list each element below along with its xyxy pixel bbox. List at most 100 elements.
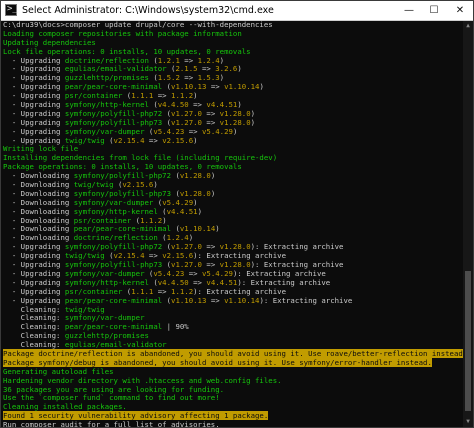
console-text: ( <box>171 224 180 234</box>
console-text: - Upgrading <box>3 135 65 145</box>
console-text: pear/pear-core-minimal <box>64 322 163 332</box>
console-text: Lock file operations: 0 installs, 10 upd… <box>3 46 251 56</box>
console-text: Run composer audit for a full list of ad… <box>3 420 220 427</box>
console-text: - Downloading <box>3 215 74 225</box>
console-text: 1.1.2 <box>171 286 194 296</box>
console-text: - Upgrading <box>3 251 65 261</box>
console-text: Cleaning: <box>3 322 65 332</box>
console-text: v1.27.0 <box>171 242 202 252</box>
console-text: symfony/polyfill-php72 <box>73 171 172 181</box>
console-text: ( <box>104 135 114 145</box>
console-text: ) <box>210 171 216 181</box>
console-text: => <box>144 135 163 145</box>
scroll-thumb[interactable] <box>465 271 471 411</box>
console-text: ) <box>215 224 220 234</box>
vertical-scrollbar[interactable]: ▲ ▼ <box>463 21 473 427</box>
console-text: ) <box>162 215 167 225</box>
console-text: v5.4.23 <box>153 126 185 136</box>
console-text: symfony/var-dumper <box>64 268 145 278</box>
console-text: ) <box>250 108 256 118</box>
console-text: - Upgrading <box>3 268 65 278</box>
console-text: v5.4.29 <box>201 126 233 136</box>
console-text: v5.4.23 <box>153 268 185 278</box>
console-text: 1.1.2 <box>171 91 194 101</box>
console-text: ) <box>237 64 242 74</box>
cmd-icon[interactable]: >_ <box>5 4 18 16</box>
console-text: - Downloading <box>3 224 74 234</box>
console-text: 1.2.4 <box>166 233 189 243</box>
console-text: - Upgrading <box>3 91 65 101</box>
console-text: v1.10.14 <box>224 82 260 92</box>
console-text: ) <box>197 206 202 216</box>
console-text: ( <box>171 171 180 181</box>
console-text: v5.4.29 <box>162 197 194 207</box>
console-text: v1.28.0 <box>219 260 251 270</box>
console-line: Run composer audit for a full list of ad… <box>3 420 463 427</box>
console-text: ): Extracting archive <box>193 286 286 296</box>
console-text: v4.4.50 <box>157 277 189 287</box>
console-text: => <box>201 117 220 127</box>
console-text: - Upgrading <box>3 55 65 65</box>
console-text: symfony/polyfill-php72 <box>64 242 163 252</box>
console-text: v4.4.51 <box>166 206 198 216</box>
console-text: doctrine/reflection <box>73 233 158 243</box>
console-text: => <box>184 268 202 278</box>
console-text: doctrine/reflection <box>64 55 149 65</box>
console-text: Cleaning installed packages. <box>3 402 127 412</box>
console-text: ) <box>153 180 158 190</box>
console-text: ( <box>148 100 158 110</box>
console-text: v5.4.29 <box>201 268 233 278</box>
console-text: Writing lock file <box>3 144 79 154</box>
title-bar[interactable]: >_ Select Administrator: C:\Windows\syst… <box>1 1 473 21</box>
console-text: - Upgrading <box>3 295 65 305</box>
console-text: symfony/polyfill-php73 <box>64 117 163 127</box>
console-text: - Upgrading <box>3 242 65 252</box>
close-button[interactable]: ✕ <box>447 1 473 20</box>
console-text: => <box>153 91 172 101</box>
console-text: => <box>197 64 216 74</box>
console-text: => <box>179 73 198 83</box>
console-text: => <box>206 82 225 92</box>
console-text: C:\dru39\docs>composer update drupal/cor… <box>3 21 273 29</box>
console-text: => <box>153 286 172 296</box>
minimize-button[interactable]: — <box>397 1 421 20</box>
console-text: ) <box>219 55 225 65</box>
console-text: ( <box>148 277 158 287</box>
console-text: 1.1.2 <box>140 215 163 225</box>
console-text: v1.10.13 <box>171 82 207 92</box>
console-text: v4.4.51 <box>206 100 238 110</box>
console-text: symfony/var-dumper <box>64 313 145 323</box>
console-text: v2.15.4 <box>113 251 145 261</box>
console-text: 2.1.5 <box>175 64 198 74</box>
console-text: Package symfony/debug is abandoned, you … <box>3 357 432 367</box>
maximize-button[interactable]: ☐ <box>422 1 446 20</box>
console-text: Package operations: 0 installs, 10 updat… <box>3 162 242 172</box>
scroll-up-arrow-icon[interactable]: ▲ <box>463 21 473 31</box>
console-text: v1.28.0 <box>179 188 211 198</box>
console-text: pear/pear-core-minimal <box>73 224 172 234</box>
console-text: 3.2.6 <box>215 64 238 74</box>
console-text: - Downloading <box>3 188 74 198</box>
console-text: twig/twig <box>64 304 105 314</box>
window-title: Select Administrator: C:\Windows\system3… <box>22 5 274 16</box>
console-text: ) <box>210 188 216 198</box>
console-text: - Upgrading <box>3 82 65 92</box>
console-text: v1.27.0 <box>171 108 202 118</box>
console-text: Package doctrine/reflection is abandoned… <box>3 348 463 358</box>
console-text: => <box>201 108 220 118</box>
console-text: ): Extracting archive <box>250 260 344 270</box>
console-text: v2.15.6 <box>122 180 154 190</box>
console-text: ( <box>162 82 172 92</box>
console-output[interactable]: C:\dru39\docs>composer update drupal/cor… <box>3 21 463 427</box>
console-text: ): Extracting archive <box>250 242 344 252</box>
console-text: - Upgrading <box>3 286 65 296</box>
console-text: v1.28.0 <box>219 108 251 118</box>
console-text: 1.1.1 <box>131 91 154 101</box>
console-text: 1.2.1 <box>157 55 180 65</box>
console-text: Loading composer repositories with packa… <box>3 28 242 38</box>
console-text: pear/pear-core-minimal <box>64 82 163 92</box>
console-text: psr/container <box>73 215 132 225</box>
scroll-down-arrow-icon[interactable]: ▼ <box>463 417 473 427</box>
console-text: psr/container <box>64 91 123 101</box>
console-text: - Upgrading <box>3 108 65 118</box>
